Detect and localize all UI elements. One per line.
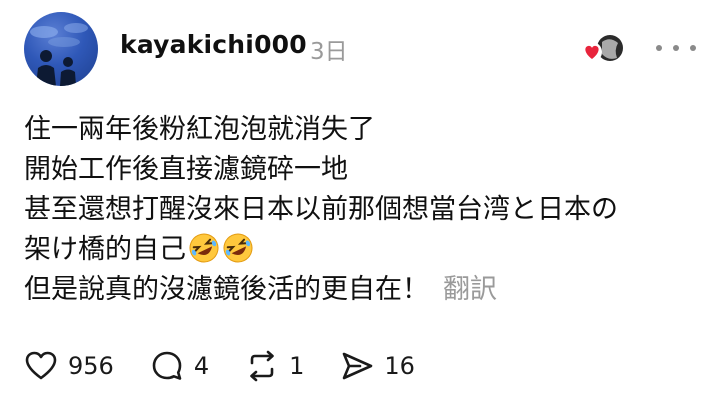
heart-badge-icon	[582, 42, 602, 62]
post-line: 但是說真的沒濾鏡後活的更自在！	[24, 274, 429, 305]
action-bar: 956 4 1 16	[24, 346, 451, 386]
avatar-silhouettes-icon	[30, 23, 88, 86]
repost-button[interactable]: 1	[245, 349, 304, 383]
more-dot-icon	[656, 45, 662, 51]
share-count: 16	[384, 352, 415, 380]
comment-button[interactable]: 4	[150, 349, 209, 383]
post-body: 住一兩年後粉紅泡泡就消失了 開始工作後直接濾鏡碎一地 甚至還想打醒沒來日本以前那…	[24, 110, 704, 310]
comment-bubble-icon	[152, 351, 182, 380]
like-count: 956	[68, 352, 114, 380]
repost-icon	[250, 350, 274, 382]
username[interactable]: kayakichi000	[120, 30, 307, 59]
rolling-laughing-emoji-icon	[189, 233, 219, 263]
post-line: 開始工作後直接濾鏡碎一地	[24, 154, 348, 185]
avatar[interactable]	[24, 12, 98, 86]
more-options-button[interactable]	[656, 36, 696, 60]
post-line-with-translate: 但是說真的沒濾鏡後活的更自在！ 翻訳	[24, 270, 704, 310]
like-button[interactable]: 956	[24, 349, 114, 383]
send-icon	[343, 352, 373, 380]
liked-by-avatar[interactable]	[580, 34, 626, 64]
post-line: 甚至還想打醒沒來日本以前那個想當台湾と日本の	[24, 194, 618, 225]
more-dot-icon	[673, 45, 679, 51]
share-button[interactable]: 16	[340, 349, 415, 383]
repost-count: 1	[289, 352, 305, 380]
more-dot-icon	[690, 45, 696, 51]
post-line-with-emoji: 架け橋的自己	[24, 230, 704, 270]
rolling-laughing-emoji-icon	[223, 233, 253, 263]
heart-icon	[25, 351, 57, 380]
translate-link[interactable]: 翻訳	[443, 274, 497, 305]
comment-count: 4	[193, 352, 210, 380]
post-timestamp: 3日	[310, 39, 348, 65]
post-line: 住一兩年後粉紅泡泡就消失了	[24, 114, 375, 145]
post-line: 架け橋的自己	[24, 234, 186, 265]
